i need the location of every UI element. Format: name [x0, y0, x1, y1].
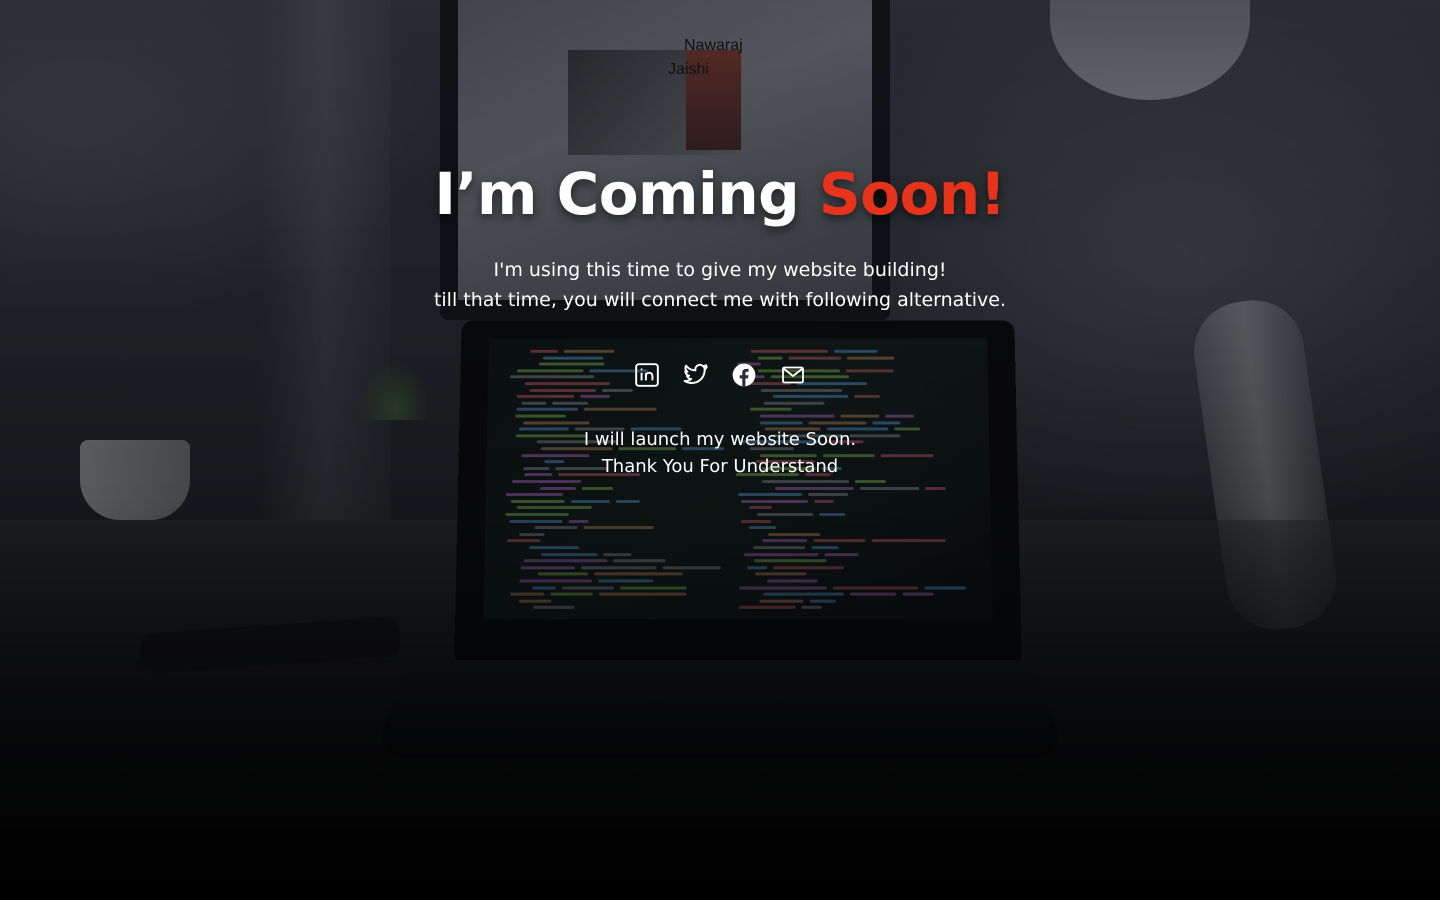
logo-image: Nawaraj Jaishi [668, 34, 758, 80]
page-title-main: I’m Coming [434, 160, 819, 228]
linkedin-link[interactable] [630, 358, 664, 392]
linkedin-icon [634, 362, 660, 388]
page-title-accent: Soon! [818, 160, 1006, 228]
twitter-icon [683, 362, 709, 388]
subtitle: I'm using this time to give my website b… [0, 255, 1440, 315]
coming-soon-content: Nawaraj Jaishi I’m Coming Soon! I'm usin… [0, 0, 1440, 900]
mail-icon [781, 363, 805, 387]
subtitle-line2: till that time, you will connect me with… [433, 289, 1007, 311]
logo-alt-text-line1: Nawaraj [684, 37, 743, 54]
social-links [630, 358, 810, 392]
facebook-link[interactable] [727, 358, 761, 392]
page-title: I’m Coming Soon! [0, 156, 1440, 232]
facebook-icon [731, 362, 757, 388]
launch-note-line2: Thank You For Understand [601, 456, 839, 477]
logo-alt-text-line2: Jaishi [668, 61, 709, 78]
twitter-link[interactable] [679, 358, 713, 392]
subtitle-line1: I'm using this time to give my website b… [493, 259, 947, 281]
email-link[interactable] [776, 358, 810, 392]
launch-note-line1: I will launch my website Soon. [583, 429, 857, 450]
launch-note: I will launch my website Soon. Thank You… [0, 426, 1440, 480]
